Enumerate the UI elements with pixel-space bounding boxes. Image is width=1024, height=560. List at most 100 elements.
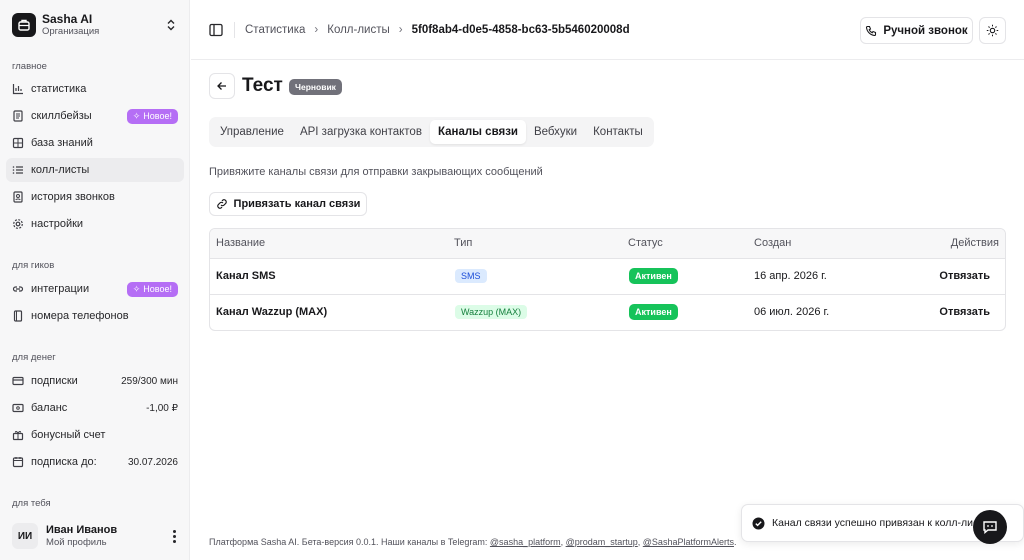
- sidebar-item-knowledge-base[interactable]: база знаний: [6, 131, 184, 155]
- sparkle-icon: ✧: [132, 283, 141, 294]
- link-icon: [216, 199, 227, 209]
- group-label-money: для денег: [12, 352, 56, 363]
- link-channel-button[interactable]: Привязать канал связи: [209, 192, 367, 216]
- theme-toggle-button[interactable]: [979, 17, 1006, 44]
- user-profile[interactable]: ИИ Иван Иванов Мой профиль: [8, 518, 184, 554]
- tab-channels[interactable]: Каналы связи: [429, 120, 526, 144]
- chevron-updown-icon: [167, 19, 175, 31]
- new-badge: ✧ Новое!: [126, 281, 178, 297]
- new-badge-label: Новое!: [143, 111, 172, 121]
- org-name: Sasha AI: [42, 12, 93, 26]
- avatar: ИИ: [12, 523, 38, 549]
- link-icon: [12, 283, 24, 295]
- table-row: Канал Wazzup (MAX) Wazzup (MAX) Активен …: [210, 295, 1005, 330]
- tab-bar: Управление API загрузка контактов Каналы…: [209, 117, 654, 147]
- sidebar-item-statistics[interactable]: статистика: [6, 77, 184, 101]
- channel-name: Канал SMS: [216, 270, 276, 282]
- breadcrumb: Статистика › Колл-листы › 5f0f8ab4-d0e5-…: [245, 22, 630, 38]
- check-circle-icon: [752, 517, 765, 529]
- footer-link-sasha-platform[interactable]: @sasha_platform: [490, 537, 561, 547]
- tab-contacts[interactable]: Контакты: [585, 120, 651, 144]
- sidebar-item-label: настройки: [31, 218, 84, 230]
- tab-webhooks[interactable]: Вебхуки: [526, 120, 585, 144]
- toast-message: Канал связи успешно привязан к колл-лист…: [772, 517, 989, 529]
- topbar-divider: [234, 22, 235, 38]
- sun-icon: [986, 24, 999, 37]
- footer: Платформа Sasha AI. Бета-версия 0.0.1. Н…: [209, 537, 737, 547]
- balance-value: -1,00 ₽: [146, 402, 178, 414]
- more-vertical-icon[interactable]: [168, 529, 180, 543]
- org-switcher[interactable]: Sasha AI Организация: [8, 8, 184, 42]
- sidebar-item-subscriptions[interactable]: подписки 259/300 мин: [6, 369, 184, 393]
- sidebar-item-label: скиллбейзы: [31, 110, 92, 122]
- sidebar: Sasha AI Организация главное статистика …: [0, 0, 190, 560]
- contact-book-icon: [12, 191, 24, 203]
- group-label-geeks: для гиков: [12, 260, 55, 271]
- table-row: Канал SMS SMS Активен 16 апр. 2026 г. От…: [210, 259, 1005, 295]
- channel-type-badge: SMS: [455, 269, 487, 283]
- calendar-icon: [12, 456, 24, 468]
- page-title: Тест: [242, 75, 283, 96]
- footer-text: Платформа Sasha AI. Бета-версия 0.0.1. Н…: [209, 537, 490, 547]
- user-name: Иван Иванов: [46, 523, 118, 536]
- user-subtitle: Мой профиль: [46, 536, 107, 548]
- sidebar-item-integrations[interactable]: интеграции ✧ Новое!: [6, 277, 184, 301]
- sidebar-toggle-icon[interactable]: [209, 23, 223, 37]
- chevron-right-icon: ›: [398, 24, 403, 36]
- tab-management[interactable]: Управление: [212, 120, 292, 144]
- channel-status-badge: Активен: [629, 268, 678, 284]
- footer-link-platform-alerts[interactable]: @SashaPlatformAlerts: [643, 537, 734, 547]
- channel-created: 06 июл. 2026 г.: [754, 306, 830, 318]
- wallet-icon: [12, 402, 24, 414]
- breadcrumb-statistics[interactable]: Статистика: [245, 24, 305, 36]
- breadcrumb-current: 5f0f8ab4-d0e5-4858-bc63-5b546020008d: [411, 24, 630, 36]
- sidebar-item-call-history[interactable]: история звонков: [6, 185, 184, 209]
- sidebar-item-label: статистика: [31, 83, 87, 95]
- card-icon: [12, 375, 24, 387]
- chat-icon: [983, 521, 997, 534]
- sidebar-item-balance[interactable]: баланс -1,00 ₽: [6, 396, 184, 420]
- topbar: Статистика › Колл-листы › 5f0f8ab4-d0e5-…: [191, 0, 1024, 60]
- subscription-end-date: 30.07.2026: [127, 456, 178, 468]
- channel-status-badge: Активен: [629, 304, 678, 320]
- sidebar-item-subscription-until[interactable]: подписка до: 30.07.2026: [6, 450, 184, 474]
- breadcrumb-call-lists[interactable]: Колл-листы: [327, 24, 390, 36]
- sidebar-item-bonus-account[interactable]: бонусный счет: [6, 423, 184, 447]
- sidebar-item-label: история звонков: [31, 191, 115, 203]
- sidebar-item-label: колл-листы: [31, 164, 90, 176]
- tab-api-contacts[interactable]: API загрузка контактов: [292, 120, 430, 144]
- chat-button[interactable]: [973, 510, 1007, 544]
- channels-table: Название Тип Статус Создан Действия Кана…: [209, 228, 1006, 331]
- sidebar-item-label: подписка до:: [31, 456, 97, 468]
- phone-icon: [866, 25, 877, 36]
- bar-chart-icon: [12, 83, 24, 95]
- column-header-type: Тип: [454, 237, 473, 249]
- channel-type-badge: Wazzup (MAX): [455, 305, 528, 319]
- phone-book-icon: [12, 310, 24, 322]
- column-header-actions: Действия: [950, 237, 999, 249]
- sidebar-item-phone-numbers[interactable]: номера телефонов: [6, 304, 184, 328]
- sidebar-item-settings[interactable]: настройки: [6, 212, 184, 236]
- link-channel-label: Привязать канал связи: [233, 198, 361, 210]
- sparkle-icon: ✧: [132, 110, 141, 121]
- sidebar-item-label: бонусный счет: [31, 429, 106, 441]
- sidebar-item-label: база знаний: [31, 137, 93, 149]
- group-label-you: для тебя: [12, 498, 51, 509]
- table-header: Название Тип Статус Создан Действия: [210, 229, 1005, 259]
- channels-description: Привяжите каналы связи для отправки закр…: [209, 166, 543, 178]
- back-button[interactable]: [209, 73, 235, 99]
- unlink-button[interactable]: Отвязать: [939, 306, 990, 318]
- arrow-left-icon: [217, 82, 226, 90]
- column-header-name: Название: [216, 237, 266, 249]
- org-logo-icon: [12, 13, 36, 37]
- footer-link-prodam-startup[interactable]: @prodam_startup: [566, 537, 638, 547]
- sidebar-item-skillbases[interactable]: скиллбейзы ✧ Новое!: [6, 104, 184, 128]
- manual-call-button[interactable]: Ручной звонок: [860, 17, 973, 44]
- grid-icon: [12, 137, 24, 149]
- unlink-button[interactable]: Отвязать: [939, 270, 990, 282]
- sidebar-item-label: интеграции: [31, 283, 90, 295]
- manual-call-label: Ручной звонок: [883, 24, 968, 37]
- org-subtitle: Организация: [42, 26, 100, 37]
- sidebar-item-call-lists[interactable]: колл-листы: [6, 158, 184, 182]
- new-badge: ✧ Новое!: [126, 108, 178, 124]
